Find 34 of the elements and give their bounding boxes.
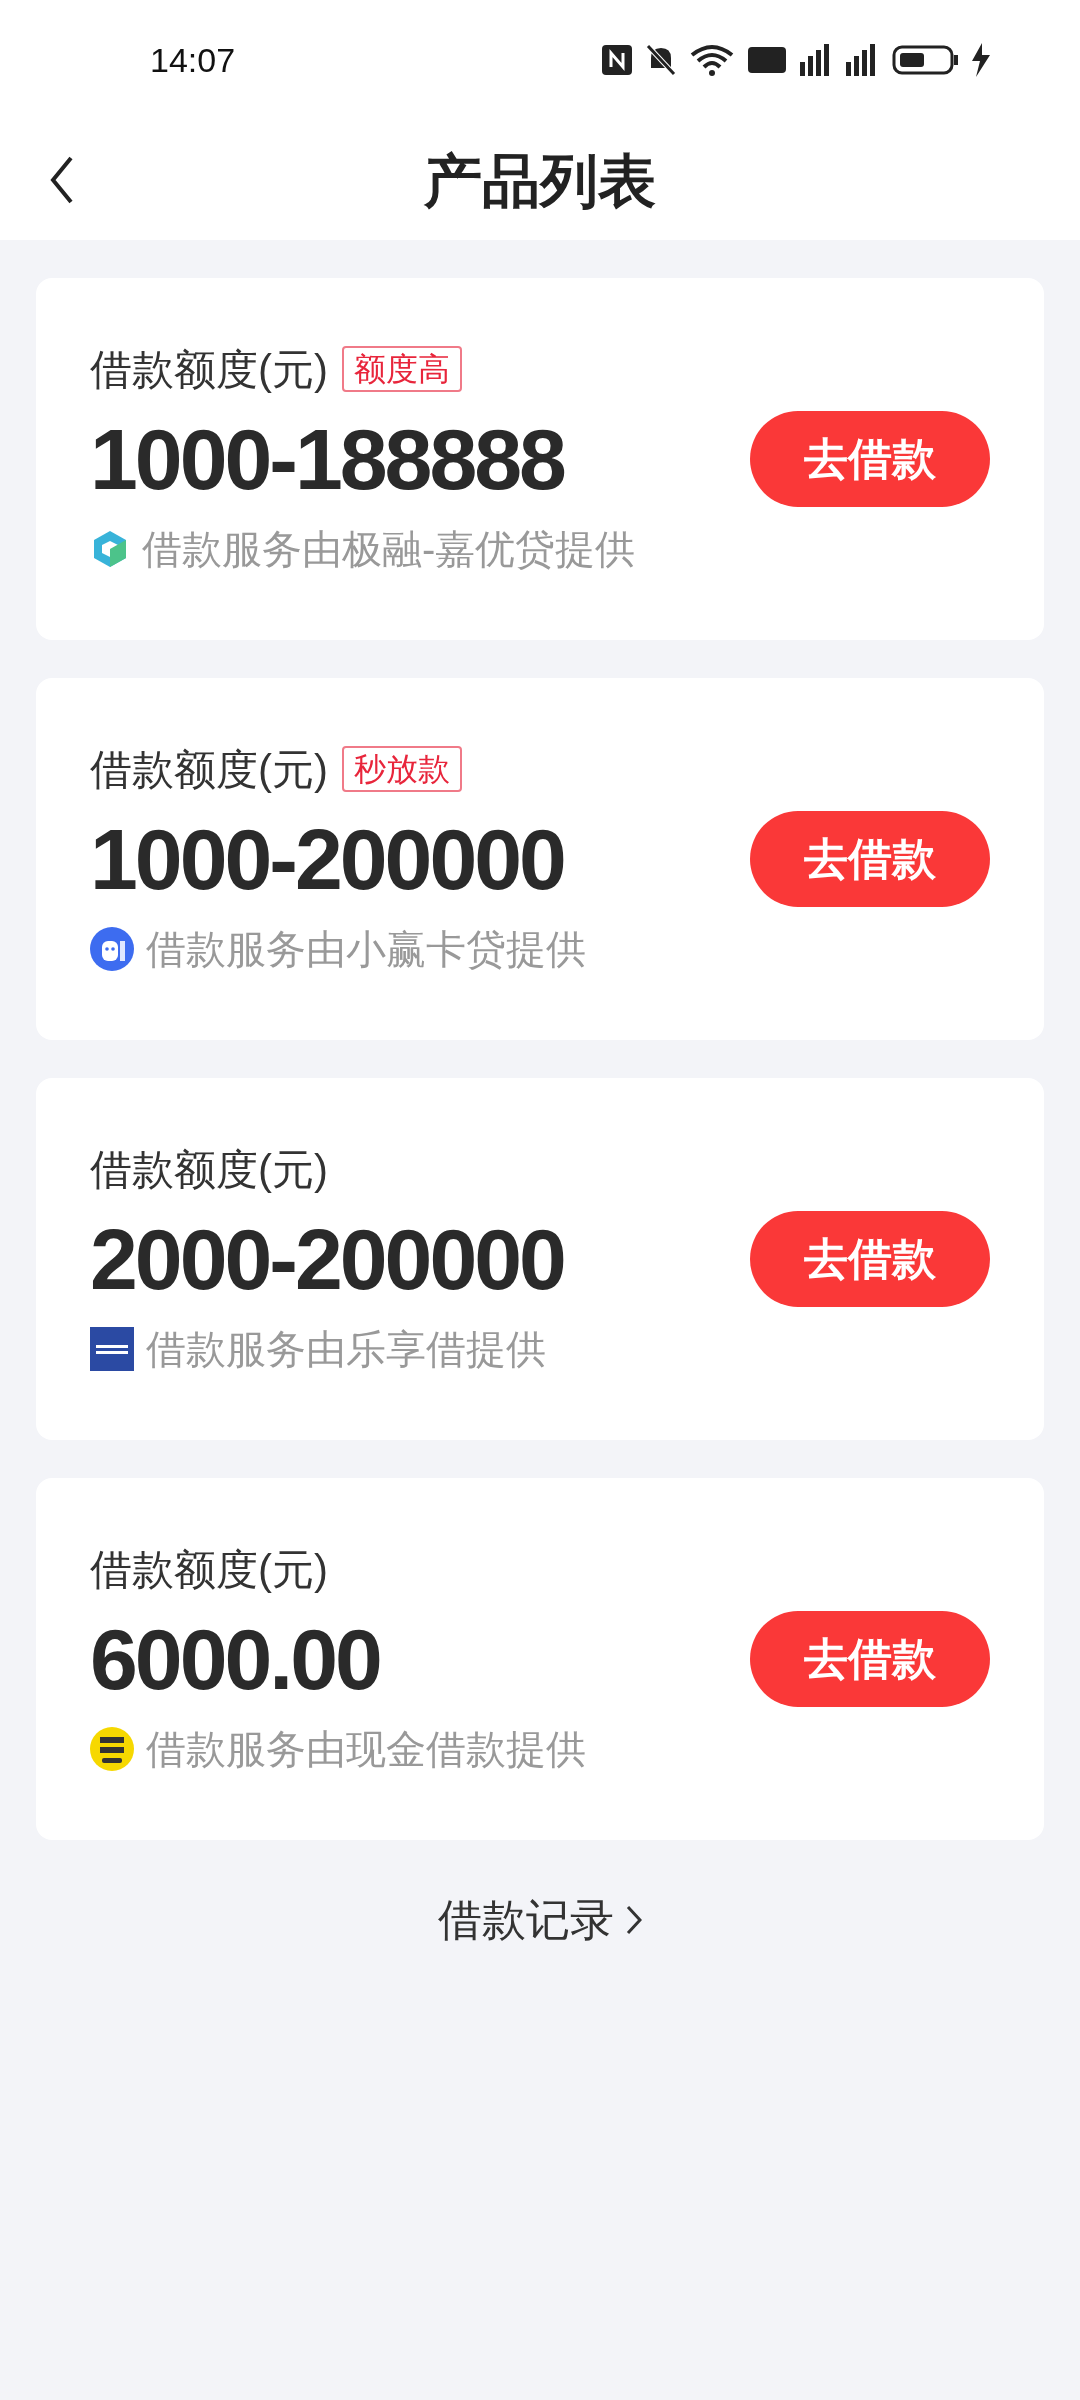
wifi-icon [690,43,734,77]
loan-limit-label: 借款额度(元) [90,1144,328,1195]
square-logo-icon [90,1327,134,1371]
provider-text: 借款服务由乐享借提供 [146,1326,546,1373]
provider-text: 借款服务由小赢卡贷提供 [146,926,586,973]
robot-logo-icon [90,927,134,971]
loan-amount: 1000-188888 [90,410,566,509]
borrow-button[interactable]: 去借款 [750,411,990,507]
page-title: 产品列表 [424,146,656,215]
bell-muted-icon [646,44,676,76]
battery-icon [892,45,958,75]
provider-text: 借款服务由极融-嘉优贷提供 [142,526,636,573]
charging-icon [972,43,990,77]
borrow-button[interactable]: 去借款 [750,1211,990,1307]
status-time: 14:07 [150,39,236,81]
signal-icon [846,44,878,76]
signal-icon [800,44,832,76]
coin-logo-icon [90,1727,134,1771]
back-icon [49,156,75,204]
nfc-icon [602,45,632,75]
provider-text: 借款服务由现金借款提供 [146,1726,586,1773]
loan-records-link[interactable]: 借款记录 [438,1880,642,1960]
loan-amount: 1000-200000 [90,810,565,909]
borrow-button[interactable]: 去借款 [750,811,990,907]
loan-amount: 2000-200000 [90,1210,564,1309]
loan-limit-label: 借款额度(元) [90,744,328,795]
loan-limit-label: 借款额度(元) [90,344,328,395]
loan-limit-label: 借款额度(元) [90,1544,328,1595]
hd-icon [748,47,786,73]
product-tag: 额度高 [342,346,462,392]
loan-amount: 6000.00 [90,1610,381,1709]
borrow-button[interactable]: 去借款 [750,1611,990,1707]
product-tag: 秒放款 [342,746,462,792]
chevron-right-icon [626,1905,642,1935]
